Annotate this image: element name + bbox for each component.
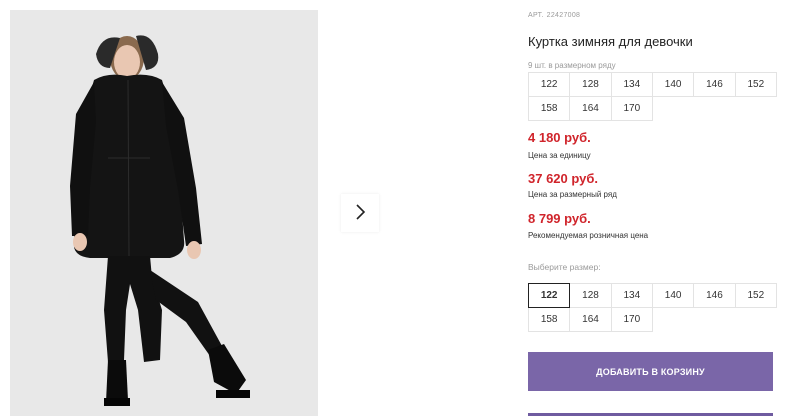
pack-size-cell: 158 [528,96,571,121]
gallery-next-button[interactable] [341,194,379,232]
pack-size-cell: 140 [651,72,695,97]
pack-size-cell: 134 [610,72,653,97]
product-photo [10,10,318,416]
size-select-label: Выберите размер: [528,262,601,272]
retail-price: 8 799 руб. [528,211,591,226]
pack-size-cell: 128 [569,72,612,97]
retail-price-note: Рекомендуемая розничная цена [528,231,649,240]
size-option-164[interactable]: 164 [569,307,612,332]
article-number: АРТ. 22427008 [528,12,583,19]
pack-size-grid: 122 128 134 140 146 152 158 164 170 [528,72,777,121]
size-option-152[interactable]: 152 [734,283,777,308]
size-option-128[interactable]: 128 [569,283,612,308]
unit-price: 4 180 руб. [528,130,591,145]
size-option-122[interactable]: 122 [528,283,571,308]
pack-size-label: 9 шт. в размерном ряду [528,61,616,70]
pack-price-note: Цена за размерный ряд [528,190,617,199]
pack-size-cell: 164 [569,96,612,121]
size-option-134[interactable]: 134 [610,283,653,308]
size-option-146[interactable]: 146 [693,283,736,308]
pack-size-cell: 146 [693,72,736,97]
pack-price: 37 620 руб. [528,171,599,186]
unit-price-note: Цена за единицу [528,151,591,160]
article-value: 22427008 [546,12,581,19]
size-selector: 122 128 134 140 146 152 158 164 170 [528,283,777,332]
chevron-right-icon [354,203,366,224]
size-option-140[interactable]: 140 [651,283,695,308]
product-title: Куртка зимняя для девочки [528,34,693,49]
pack-size-cell: 170 [610,96,653,121]
add-to-cart-button[interactable]: ДОБАВИТЬ В КОРЗИНУ [528,352,773,391]
pack-size-cell: 152 [734,72,777,97]
product-gallery [0,0,500,416]
size-option-158[interactable]: 158 [528,307,571,332]
size-option-170[interactable]: 170 [610,307,653,332]
pack-size-cell: 122 [528,72,571,97]
article-label: АРТ. [528,12,544,19]
